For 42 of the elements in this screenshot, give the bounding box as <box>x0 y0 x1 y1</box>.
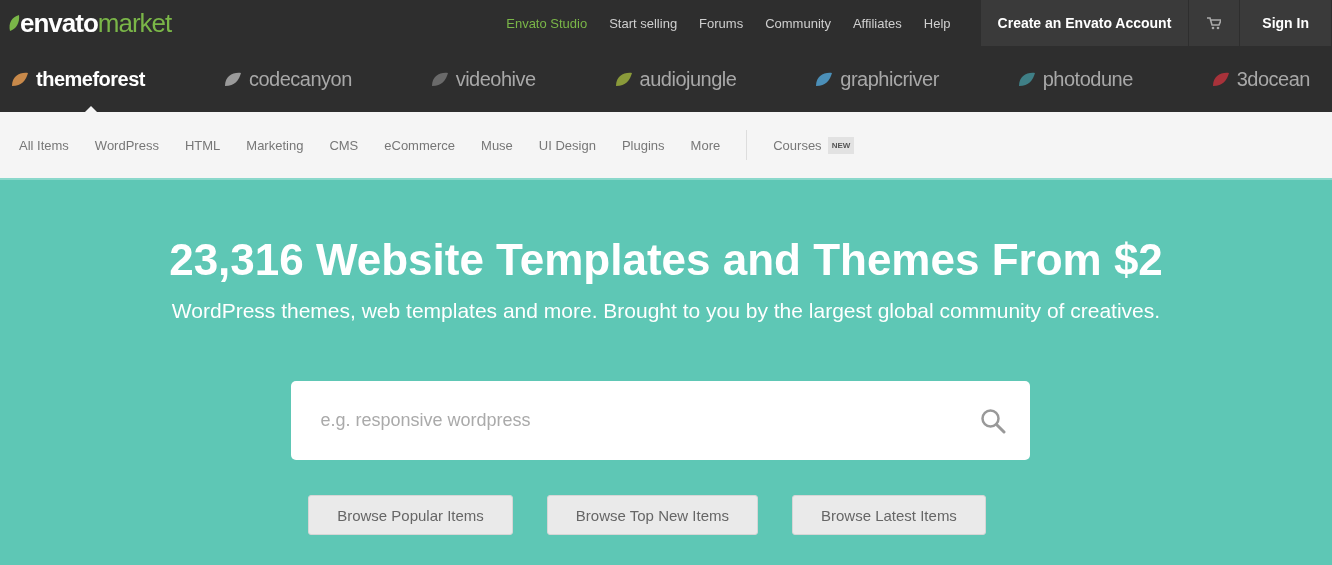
marketplace-logo-icon <box>429 70 450 88</box>
category-link[interactable]: Marketing <box>246 137 304 153</box>
category-link[interactable]: More <box>690 137 721 153</box>
search-icon[interactable] <box>979 407 1006 434</box>
marketplace-logo-icon <box>10 70 30 88</box>
header-link[interactable]: Forums <box>699 15 744 31</box>
marketplace-tab[interactable]: audiojungle <box>613 67 737 91</box>
browse-button[interactable]: Browse Popular Items <box>308 495 513 535</box>
marketplace-tab[interactable]: videohive <box>429 67 536 91</box>
category-link[interactable]: WordPress <box>94 137 159 153</box>
marketplace-logo-icon <box>222 70 243 88</box>
category-link[interactable]: All Items <box>19 137 69 153</box>
hero-subtitle: WordPress themes, web templates and more. Brought to you by the largest global community of creatives. <box>171 299 1161 323</box>
marketplace-tab[interactable]: 3docean <box>1210 67 1310 91</box>
search-input[interactable]: e.g. responsive wordpress <box>318 409 980 432</box>
marketplace-logo-icon <box>1210 70 1231 88</box>
category-link[interactable]: Plugins <box>621 137 665 153</box>
header-link[interactable]: Community <box>765 15 831 31</box>
hero-title: 23,316 Website Templates and Themes From $2 <box>169 235 1163 285</box>
marketplace-tab[interactable]: codecanyon <box>222 67 352 91</box>
marketplace-tab[interactable]: photodune <box>1016 67 1133 91</box>
new-badge: NEW <box>827 136 855 154</box>
search-field[interactable]: e.g. responsive wordpress <box>290 381 1030 460</box>
browse-button[interactable]: Browse Top New Items <box>546 495 758 535</box>
browse-button[interactable]: Browse Latest Items <box>792 495 986 535</box>
marketplace-logo-icon <box>613 70 634 88</box>
header-link[interactable]: Envato Studio <box>506 15 588 31</box>
category-link[interactable]: HTML <box>184 137 221 153</box>
header-link[interactable]: Help <box>923 15 951 31</box>
header-link[interactable]: Affiliates <box>852 15 902 31</box>
header-link[interactable]: Start selling <box>609 15 678 31</box>
leaf-icon <box>8 14 20 32</box>
category-link[interactable]: eCommerce <box>384 137 456 153</box>
category-link[interactable]: UI Design <box>538 137 596 153</box>
envato-market-logo[interactable]: envatomarket <box>8 7 172 39</box>
category-link[interactable]: CMS <box>329 137 359 153</box>
courses-link[interactable]: Courses <box>773 137 822 153</box>
marketplace-tab[interactable]: graphicriver <box>814 67 939 91</box>
cart-icon <box>1207 16 1222 30</box>
marketplace-logo-icon <box>814 70 835 88</box>
marketplace-logo-icon <box>1016 70 1037 88</box>
category-link[interactable]: Muse <box>481 137 513 153</box>
